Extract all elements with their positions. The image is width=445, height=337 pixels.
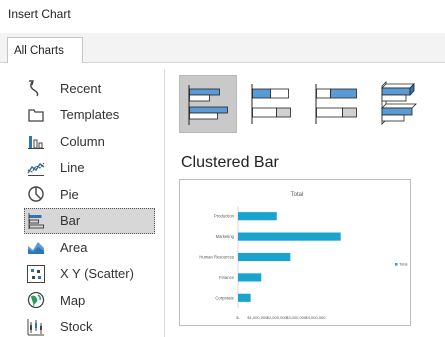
category-label: Finance — [219, 275, 235, 280]
legend-label: Total — [399, 262, 408, 267]
bar — [238, 232, 341, 241]
category-area[interactable]: Area — [24, 234, 155, 261]
bar — [238, 252, 291, 262]
x-tick-label: $1,000,000 — [247, 315, 268, 320]
category-label: Recent — [60, 80, 102, 96]
chart-title: Total — [291, 192, 304, 198]
selected-subtype-title: Clustered Bar — [181, 154, 279, 171]
subtype-100-stacked-bar[interactable] — [307, 75, 365, 133]
dialog-content: Recent Templates Column Line Pie Bar Are… — [0, 63, 445, 337]
category-label: Marketing — [216, 234, 235, 239]
category-recent[interactable]: Recent — [24, 75, 155, 102]
scatter-chart-icon — [26, 264, 46, 284]
tab-strip: All Charts — [0, 33, 445, 64]
bar — [238, 273, 262, 282]
category-label: Area — [60, 239, 88, 255]
category-label: Pie — [60, 186, 79, 202]
templates-icon — [26, 105, 46, 125]
column-chart-icon — [26, 131, 46, 151]
subtype-stacked-bar[interactable] — [243, 75, 301, 133]
category-label: X Y (Scatter) — [60, 266, 134, 282]
category-label: Stock — [60, 319, 93, 335]
line-chart-icon — [26, 158, 46, 178]
category-label: Corporate — [215, 295, 234, 300]
stock-chart-icon — [26, 317, 46, 337]
category-line[interactable]: Line — [24, 155, 155, 182]
pane-divider — [164, 69, 165, 337]
chart-preview-canvas: Total Production Marketing Human Resources F… — [199, 192, 408, 320]
dialog-title: Insert Chart — [8, 7, 71, 21]
tab-all-charts[interactable]: All Charts — [7, 37, 83, 64]
category-label: Templates — [60, 107, 120, 123]
category-label: Production — [214, 214, 235, 219]
category-map[interactable]: Map — [24, 287, 155, 314]
stacked-bar-icon — [251, 84, 291, 124]
percent-stacked-bar-icon — [315, 84, 357, 124]
category-scatter[interactable]: X Y (Scatter) — [24, 261, 155, 288]
map-chart-icon — [26, 290, 46, 310]
legend-swatch — [395, 263, 398, 266]
recent-icon — [26, 78, 46, 98]
subtype-3d-clustered-bar[interactable] — [371, 75, 429, 133]
area-chart-icon — [26, 237, 46, 257]
x-tick-label: $- — [236, 315, 240, 320]
x-tick-label: $4,000,000 — [305, 315, 326, 320]
category-bar[interactable]: Bar — [24, 207, 155, 234]
3d-clustered-bar-icon — [381, 81, 417, 125]
bar — [238, 293, 251, 302]
chart-preview[interactable]: Total Production Marketing Human Resources F… — [179, 179, 411, 326]
category-column[interactable]: Column — [24, 128, 155, 155]
category-label: Line — [60, 160, 85, 176]
category-pie[interactable]: Pie — [24, 181, 155, 208]
category-stock[interactable]: Stock — [24, 314, 155, 337]
bar-chart-icon — [26, 211, 46, 231]
subtype-clustered-bar[interactable] — [179, 75, 237, 133]
category-label: Bar — [60, 213, 81, 229]
category-label: Map — [60, 292, 86, 308]
category-label: Column — [60, 133, 105, 149]
category-templates[interactable]: Templates — [24, 102, 155, 129]
clustered-bar-icon — [188, 85, 228, 125]
chart-category-list: Recent Templates Column Line Pie Bar Are… — [24, 75, 155, 337]
chart-subtype-gallery — [179, 75, 445, 135]
3d-stacked-bar-icon — [440, 80, 445, 128]
category-label: Human Resources — [199, 255, 234, 260]
x-tick-label: $3,000,000 — [286, 315, 307, 320]
pie-chart-icon — [26, 184, 46, 204]
x-tick-label: $2,000,000 — [267, 315, 288, 320]
bar — [238, 212, 277, 221]
subtype-3d-stacked-bar[interactable] — [435, 75, 445, 133]
